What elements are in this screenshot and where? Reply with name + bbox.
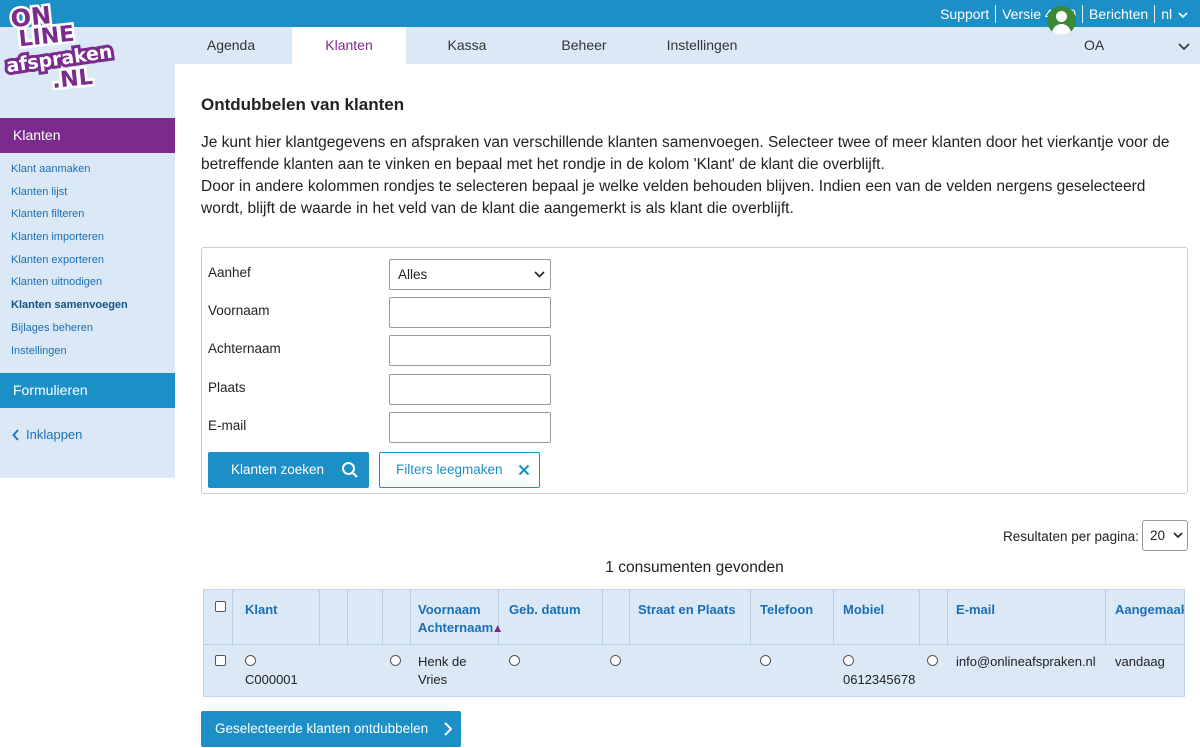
search-button-label: Klanten zoeken <box>231 462 325 477</box>
results-per-page-label: Resultaten per pagina: <box>1003 529 1139 544</box>
header-email[interactable]: E-mail <box>956 601 995 619</box>
sidebar-item-instellingen[interactable]: Instellingen <box>11 340 128 363</box>
intro-paragraph-1: Je kunt hier klantgegevens en afspraken … <box>201 134 1170 173</box>
close-icon <box>518 464 530 476</box>
user-name[interactable]: OA <box>1084 37 1104 53</box>
divider <box>995 4 997 23</box>
voornaam-label: Voornaam <box>208 303 270 318</box>
clear-button-label: Filters leegmaken <box>396 462 503 477</box>
geb-datum-radio[interactable] <box>509 655 520 666</box>
tab-agenda[interactable]: Agenda <box>190 27 272 64</box>
plaats-input[interactable] <box>389 374 551 405</box>
page-title: Ontdubbelen van klanten <box>201 95 405 114</box>
tab-kassa[interactable]: Kassa <box>426 27 508 64</box>
user-avatar-icon[interactable] <box>1047 6 1076 35</box>
top-bar: Support Versie 4.8.0 Berichten nl <box>0 0 1200 27</box>
language-selector[interactable]: nl <box>1155 6 1194 22</box>
filter-panel: Aanhef Alles Voornaam Achternaam Plaats … <box>201 247 1188 494</box>
header-voornaam[interactable]: Voornaam Achternaam <box>418 601 502 637</box>
name-radio[interactable] <box>390 655 401 666</box>
sidebar-item-klanten-uitnodigen[interactable]: Klanten uitnodigen <box>11 271 128 294</box>
row-checkbox[interactable] <box>215 655 226 666</box>
tab-beheer[interactable]: Beheer <box>543 27 625 64</box>
customers-table: Klant Voornaam Achternaam Geb. datum Str… <box>203 589 1185 697</box>
telefoon-radio[interactable] <box>760 655 771 666</box>
collapse-label: Inklappen <box>26 427 83 442</box>
header-straat-plaats[interactable]: Straat en Plaats <box>638 601 736 619</box>
tab-klanten[interactable]: Klanten <box>292 27 406 64</box>
merge-selected-button[interactable]: Geselecteerde klanten ontdubbelen <box>201 711 461 747</box>
customer-name-line1: Henk de <box>418 654 467 669</box>
header-voornaam-label: Voornaam <box>418 602 481 617</box>
aangemaakt-value: vandaag <box>1115 654 1165 669</box>
sort-asc-icon <box>494 625 502 633</box>
chevron-down-icon <box>1173 532 1183 539</box>
header-mobiel[interactable]: Mobiel <box>843 601 884 619</box>
email-label: E-mail <box>208 418 247 433</box>
voornaam-input[interactable] <box>389 297 551 328</box>
clear-filters-button[interactable]: Filters leegmaken <box>379 452 540 488</box>
sidebar-item-klanten-exporteren[interactable]: Klanten exporteren <box>11 249 128 272</box>
aanhef-selected-value: Alles <box>398 267 428 282</box>
divider <box>1082 4 1084 23</box>
header-klant[interactable]: Klant <box>245 601 278 619</box>
mobiel-radio[interactable] <box>843 655 854 666</box>
sidebar-section-formulieren[interactable]: Formulieren <box>0 373 175 408</box>
klant-number: C000001 <box>245 672 298 687</box>
customer-name-line2: Vries <box>418 672 448 687</box>
email-value: info@onlineafspraken.nl <box>956 654 1096 669</box>
intro-text: Je kunt hier klantgegevens en afspraken … <box>201 132 1176 220</box>
customer-name: Henk de Vries <box>418 653 466 689</box>
chevron-down-icon <box>534 271 545 278</box>
sidebar: Klanten Klant aanmaken Klanten lijst Kla… <box>0 64 175 478</box>
sidebar-section-klanten[interactable]: Klanten <box>0 118 175 153</box>
sidebar-item-klanten-importeren[interactable]: Klanten importeren <box>11 226 128 249</box>
klant-radio[interactable] <box>245 655 256 666</box>
header-telefoon[interactable]: Telefoon <box>760 601 813 619</box>
support-link[interactable]: Support <box>934 6 995 22</box>
achternaam-label: Achternaam <box>208 341 281 356</box>
sidebar-menu: Klant aanmaken Klanten lijst Klanten fil… <box>11 158 128 362</box>
chevron-down-icon <box>1178 11 1188 18</box>
chevron-left-icon <box>12 428 19 441</box>
divider <box>1154 4 1156 23</box>
email-radio[interactable] <box>927 655 938 666</box>
achternaam-input[interactable] <box>389 335 551 366</box>
sidebar-item-klanten-filteren[interactable]: Klanten filteren <box>11 203 128 226</box>
header-aangemaakt[interactable]: Aangemaakt <box>1115 601 1184 619</box>
header-achternaam-label: Achternaam <box>418 620 494 635</box>
select-all-checkbox[interactable] <box>215 601 226 612</box>
sidebar-item-klanten-lijst[interactable]: Klanten lijst <box>11 181 128 204</box>
online-afspraken-logo[interactable]: ON LINE afspraken .NL <box>2 0 120 90</box>
header-geb-datum[interactable]: Geb. datum <box>509 601 581 619</box>
collapse-sidebar-button[interactable]: Inklappen <box>12 427 82 442</box>
search-icon <box>342 462 358 478</box>
results-per-page-select[interactable]: 20 <box>1142 520 1188 551</box>
results-count: 1 consumenten gevonden <box>605 559 784 576</box>
straat-plaats-radio[interactable] <box>610 655 621 666</box>
svg-text:.NL: .NL <box>51 65 94 90</box>
aanhef-select[interactable]: Alles <box>389 259 551 290</box>
search-customers-button[interactable]: Klanten zoeken <box>208 452 369 488</box>
sidebar-item-klanten-samenvoegen[interactable]: Klanten samenvoegen <box>11 294 128 317</box>
aanhef-label: Aanhef <box>208 265 251 280</box>
results-per-page-value: 20 <box>1150 528 1166 543</box>
sidebar-item-bijlages-beheren[interactable]: Bijlages beheren <box>11 317 128 340</box>
tab-instellingen[interactable]: Instellingen <box>656 27 748 64</box>
sidebar-item-klant-aanmaken[interactable]: Klant aanmaken <box>11 158 128 181</box>
email-input[interactable] <box>389 412 551 443</box>
language-label: nl <box>1161 5 1173 22</box>
plaats-label: Plaats <box>208 380 246 395</box>
messages-link[interactable]: Berichten <box>1083 6 1154 22</box>
mobiel-value: 0612345678 <box>843 672 916 687</box>
chevron-down-icon[interactable] <box>1176 38 1192 54</box>
intro-paragraph-2: Door in andere kolommen rondjes te selec… <box>201 178 1146 217</box>
merge-button-label: Geselecteerde klanten ontdubbelen <box>215 721 429 736</box>
chevron-right-icon <box>444 722 453 736</box>
main-nav: Agenda Klanten Kassa Beheer Instellingen <box>0 27 1200 64</box>
